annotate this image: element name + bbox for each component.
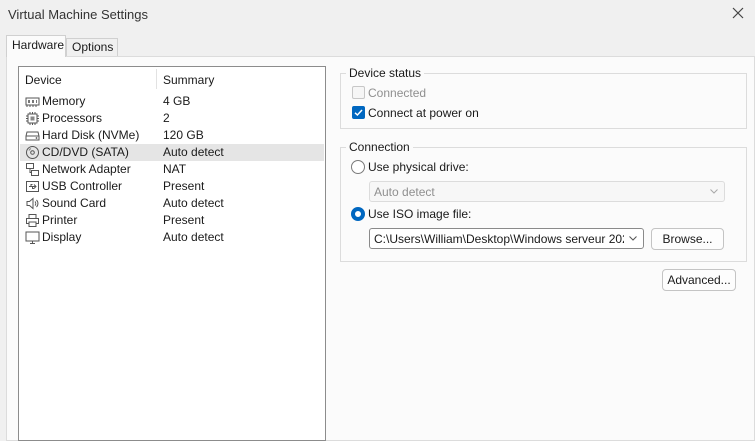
device-name: Sound Card xyxy=(42,196,107,210)
close-button[interactable] xyxy=(729,4,747,22)
device-row-processors[interactable]: Processors 2 xyxy=(20,110,324,127)
device-name: Network Adapter xyxy=(42,162,131,176)
device-name: Processors xyxy=(42,111,103,125)
tab-hardware[interactable]: Hardware xyxy=(6,35,66,57)
network-adapter-icon xyxy=(25,162,40,177)
use-physical-drive-radio[interactable] xyxy=(351,160,365,174)
monitor-icon xyxy=(25,230,40,245)
use-iso-image-label: Use ISO image file: xyxy=(368,207,472,221)
device-name: Memory xyxy=(42,94,86,108)
device-summary: Auto detect xyxy=(163,145,224,159)
device-summary: 2 xyxy=(163,111,170,125)
device-status-group: Device status xyxy=(340,66,747,129)
printer-icon xyxy=(25,213,40,228)
speaker-icon xyxy=(25,196,40,211)
column-separator[interactable] xyxy=(156,69,157,89)
device-row-usb-controller[interactable]: USB Controller Present xyxy=(20,178,324,195)
device-name: USB Controller xyxy=(42,179,123,193)
device-summary: Present xyxy=(163,213,205,227)
iso-path-combobox[interactable]: C:\Users\William\Desktop\Windows serveur… xyxy=(369,228,644,249)
hard-disk-icon xyxy=(25,128,40,143)
connect-at-power-on-checkbox[interactable] xyxy=(352,106,365,119)
title-bar: Virtual Machine Settings xyxy=(0,0,755,30)
device-summary: NAT xyxy=(163,162,187,176)
processor-icon xyxy=(25,111,40,126)
device-row-printer[interactable]: Printer Present xyxy=(20,212,324,229)
device-summary: 4 GB xyxy=(163,94,191,108)
device-summary: Auto detect xyxy=(163,230,224,244)
device-name: Printer xyxy=(42,213,78,227)
chevron-down-icon xyxy=(708,185,720,200)
usb-icon xyxy=(25,179,40,194)
device-row-display[interactable]: Display Auto detect xyxy=(20,229,324,246)
connected-checkbox[interactable] xyxy=(352,86,365,99)
device-summary: 120 GB xyxy=(163,128,204,142)
chevron-down-icon[interactable] xyxy=(627,232,641,247)
device-list-header: Device Summary xyxy=(19,67,325,91)
window-title: Virtual Machine Settings xyxy=(8,7,148,22)
device-summary: Auto detect xyxy=(163,196,224,210)
connect-at-power-on-label: Connect at power on xyxy=(368,106,479,120)
use-iso-image-radio[interactable] xyxy=(351,207,365,221)
device-row-hard-disk[interactable]: Hard Disk (NVMe) 120 GB xyxy=(20,127,324,144)
use-physical-drive-label: Use physical drive: xyxy=(368,160,469,174)
device-name: Hard Disk (NVMe) xyxy=(42,128,140,142)
tab-options[interactable]: Options xyxy=(66,38,118,56)
device-list[interactable]: Device Summary Memory 4 GB Processors 2 … xyxy=(18,66,326,441)
iso-path-value: C:\Users\William\Desktop\Windows serveur… xyxy=(374,232,624,246)
connection-label: Connection xyxy=(346,140,413,154)
column-header-summary[interactable]: Summary xyxy=(163,73,214,87)
connected-label: Connected xyxy=(368,86,427,100)
device-name: CD/DVD (SATA) xyxy=(42,145,129,159)
close-icon xyxy=(729,4,747,22)
device-row-memory[interactable]: Memory 4 GB xyxy=(20,93,324,110)
browse-button[interactable]: Browse... xyxy=(651,228,724,250)
cd-dvd-icon xyxy=(25,145,40,160)
advanced-button[interactable]: Advanced... xyxy=(662,269,736,291)
device-summary: Present xyxy=(163,179,205,193)
device-row-cd-dvd[interactable]: CD/DVD (SATA) Auto detect xyxy=(20,144,324,161)
column-header-device[interactable]: Device xyxy=(25,73,62,87)
device-name: Display xyxy=(42,230,82,244)
device-row-network-adapter[interactable]: Network Adapter NAT xyxy=(20,161,324,178)
device-row-sound-card[interactable]: Sound Card Auto detect xyxy=(20,195,324,212)
memory-icon xyxy=(25,94,40,109)
device-status-label: Device status xyxy=(346,66,425,80)
physical-drive-select[interactable]: Auto detect xyxy=(369,181,725,202)
physical-drive-value: Auto detect xyxy=(374,185,435,199)
checkmark-icon xyxy=(354,109,363,117)
